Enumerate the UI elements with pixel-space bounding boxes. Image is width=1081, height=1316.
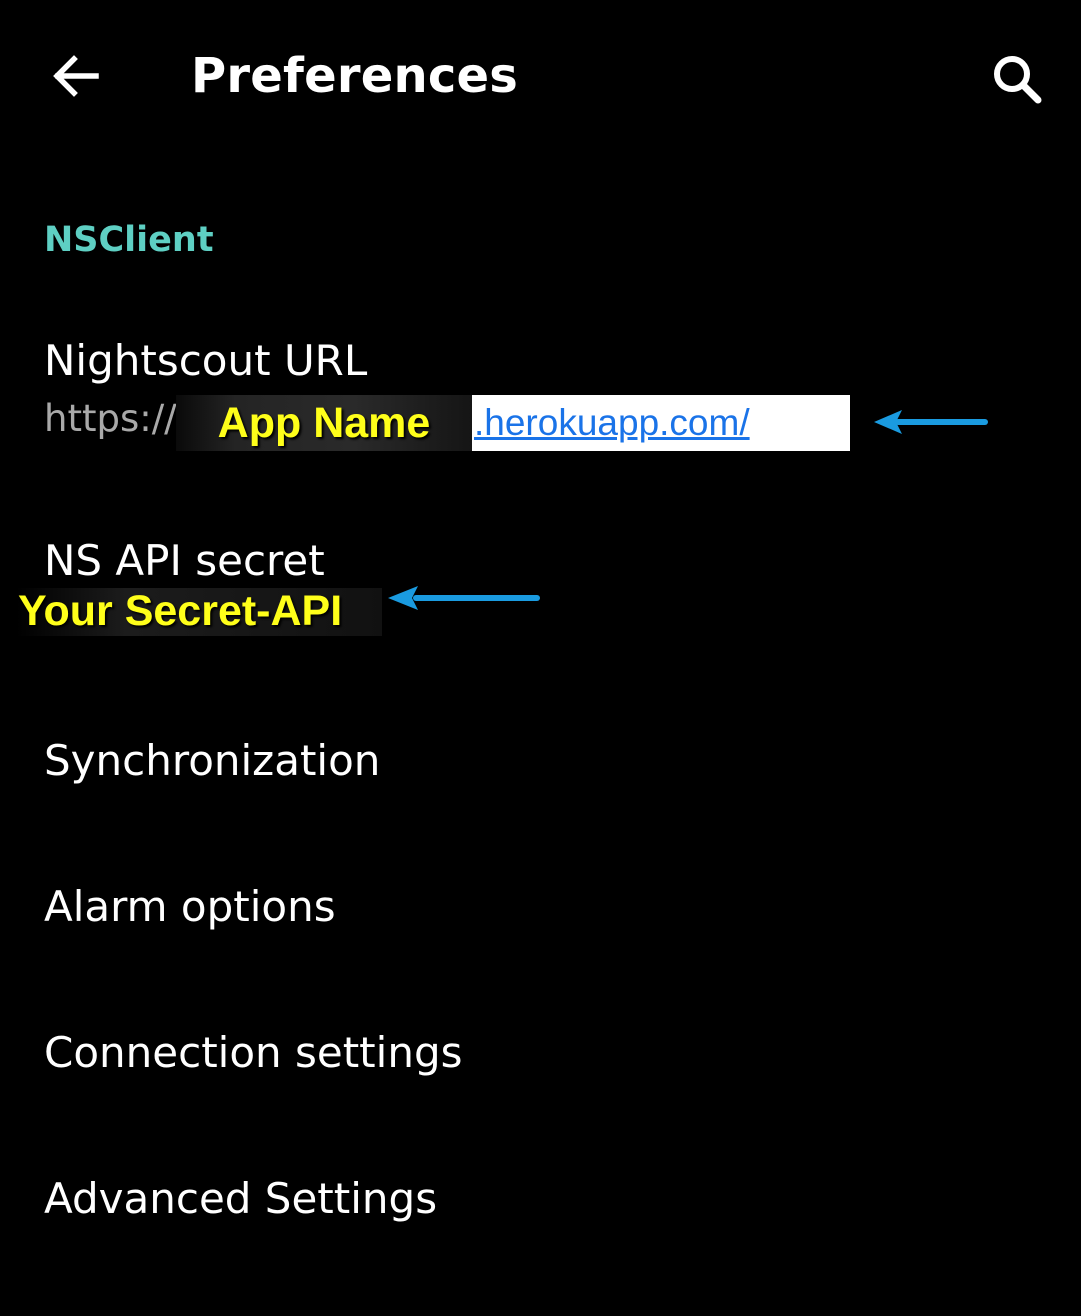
search-button[interactable] xyxy=(980,44,1052,116)
nightscout-url-summary: https:// App Name .herokuapp.com/ xyxy=(44,395,854,451)
pref-alarm-options[interactable]: Alarm options xyxy=(0,856,1081,966)
back-button[interactable] xyxy=(44,44,108,108)
url-prefix: https:// xyxy=(44,397,177,440)
pref-title: NS API secret xyxy=(44,536,325,585)
pref-advanced-settings[interactable]: Advanced Settings xyxy=(0,1148,1081,1258)
app-name-label: App Name xyxy=(217,398,431,447)
pref-title: Synchronization xyxy=(44,736,381,785)
pref-title: Nightscout URL xyxy=(44,336,368,385)
pref-synchronization[interactable]: Synchronization xyxy=(0,710,1081,820)
arrow-left-annotation-icon xyxy=(388,586,540,610)
pref-title: Advanced Settings xyxy=(44,1174,438,1223)
pref-title: Connection settings xyxy=(44,1028,463,1077)
arrow-left-annotation-icon xyxy=(874,410,988,434)
pref-title: Alarm options xyxy=(44,882,336,931)
section-header-nsclient: NSClient xyxy=(44,220,214,260)
api-secret-label: Your Secret-API xyxy=(18,587,343,635)
app-name-highlight: App Name xyxy=(176,395,472,451)
arrow-left-icon xyxy=(53,55,99,97)
page-title: Preferences xyxy=(191,48,519,104)
url-suffix-link: .herokuapp.com/ xyxy=(474,402,750,443)
search-icon xyxy=(994,56,1042,104)
url-suffix-box: .herokuapp.com/ xyxy=(472,395,850,451)
app-bar: Preferences xyxy=(0,0,1081,150)
pref-connection-settings[interactable]: Connection settings xyxy=(0,1002,1081,1112)
